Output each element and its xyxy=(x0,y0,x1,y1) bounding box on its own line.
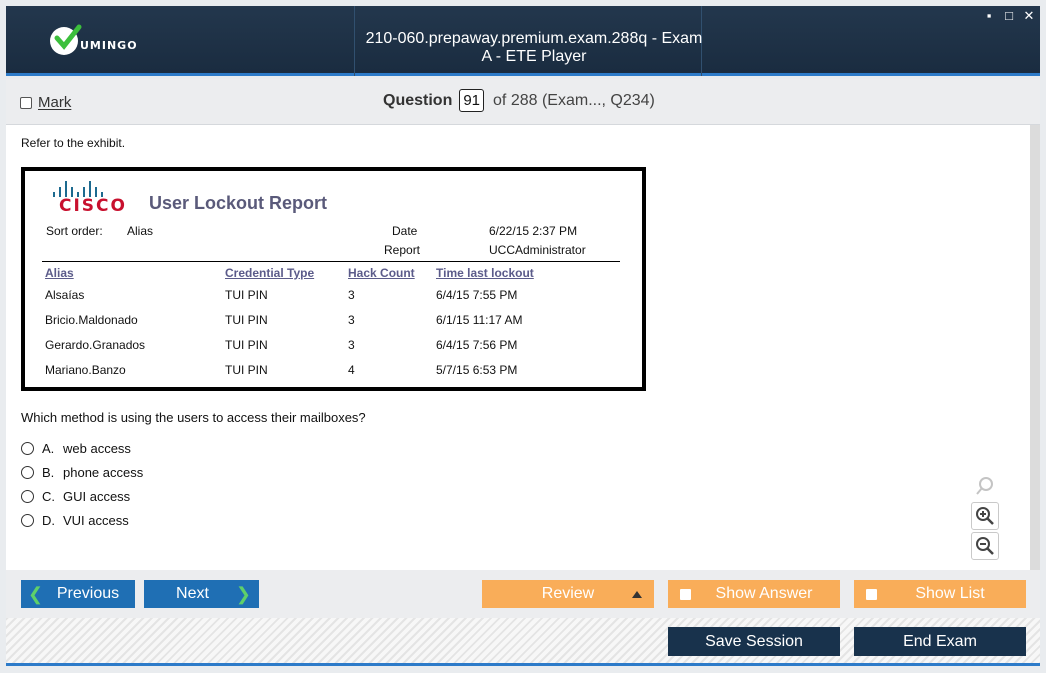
maximize-icon[interactable]: □ xyxy=(1002,8,1016,24)
option-letter: B. xyxy=(42,465,55,480)
divider xyxy=(42,261,620,262)
footer-bar: Save Session End Exam xyxy=(6,618,1040,666)
search-icon[interactable] xyxy=(971,472,999,500)
show-answer-button[interactable]: Show Answer xyxy=(668,580,840,608)
answer-option-d[interactable]: D. VUI access xyxy=(21,513,129,528)
cisco-bars-icon xyxy=(53,181,130,197)
radio-button[interactable] xyxy=(21,490,34,503)
save-session-label[interactable]: Save Session xyxy=(705,633,803,651)
option-letter: D. xyxy=(42,513,55,528)
question-indicator: Question 91 of 288 (Exam..., Q234) xyxy=(383,89,655,112)
title-bar: UMINGO 210-060.prepaway.premium.exam.288… xyxy=(6,6,1040,76)
radio-button[interactable] xyxy=(21,466,34,479)
checkbox-icon[interactable] xyxy=(680,588,691,600)
question-total: of 288 (Exam..., Q234) xyxy=(493,91,655,109)
table-cell: TUI PIN xyxy=(225,288,268,302)
question-number-input[interactable]: 91 xyxy=(459,89,485,112)
question-content: Refer to the exhibit. CISCO User Lockout… xyxy=(6,125,1040,570)
question-label: Question xyxy=(383,91,453,109)
save-session-button[interactable]: Save Session xyxy=(668,627,840,656)
window-title: 210-060.prepaway.premium.exam.288q - Exa… xyxy=(365,30,703,65)
radio-button[interactable] xyxy=(21,514,34,527)
chevron-left-icon: ❮ xyxy=(28,583,44,604)
option-letter: C. xyxy=(42,489,55,504)
zoom-out-icon[interactable] xyxy=(971,532,999,560)
show-list-button[interactable]: Show List xyxy=(854,580,1026,608)
close-icon[interactable]: ✕ xyxy=(1022,8,1036,24)
review-label[interactable]: Review xyxy=(542,585,594,603)
previous-button[interactable]: ❮ Previous xyxy=(21,580,135,608)
sort-order-value: Alias xyxy=(127,224,154,238)
radio-button[interactable] xyxy=(21,442,34,455)
table-cell: 4 xyxy=(348,363,355,377)
option-text[interactable]: phone access xyxy=(63,465,143,480)
cisco-wordmark: CISCO xyxy=(59,196,127,216)
table-cell: Alsaías xyxy=(45,288,85,302)
table-cell: Gerardo.Granados xyxy=(45,338,146,352)
end-exam-button[interactable]: End Exam xyxy=(854,627,1026,656)
table-cell: 3 xyxy=(348,338,355,352)
checkbox-icon[interactable] xyxy=(866,588,877,600)
title-divider xyxy=(354,6,355,76)
table-cell: 3 xyxy=(348,313,355,327)
date-value: 6/22/15 2:37 PM xyxy=(489,224,578,238)
show-answer-label[interactable]: Show Answer xyxy=(716,585,813,603)
exhibit: CISCO User Lockout Report Sort order: Al… xyxy=(21,167,646,391)
minimize-icon[interactable]: ▪ xyxy=(982,8,996,24)
option-text[interactable]: GUI access xyxy=(63,489,130,504)
mark-checkbox[interactable]: Mark xyxy=(20,94,71,111)
report-label: Report xyxy=(384,243,421,257)
sort-order-label: Sort order: xyxy=(46,224,103,238)
table-cell: 6/4/15 7:56 PM xyxy=(436,338,518,352)
table-cell: TUI PIN xyxy=(225,338,268,352)
date-label: Date xyxy=(392,224,418,238)
checkmark-logo-icon xyxy=(50,24,82,55)
table-cell: 6/4/15 7:55 PM xyxy=(436,288,518,302)
logo-text: UMINGO xyxy=(80,38,138,52)
option-text[interactable]: VUI access xyxy=(63,513,129,528)
question-text: Which method is using the users to acces… xyxy=(21,410,366,425)
cisco-logo: CISCO xyxy=(50,181,130,215)
next-label[interactable]: Next xyxy=(176,585,209,603)
review-button[interactable]: Review xyxy=(482,580,654,608)
zoom-in-icon[interactable] xyxy=(971,502,999,530)
next-button[interactable]: Next ❯ xyxy=(144,580,259,608)
app-logo: UMINGO xyxy=(50,24,138,58)
refer-text: Refer to the exhibit. xyxy=(21,136,126,150)
column-header-credential-type: Credential Type xyxy=(225,266,315,280)
column-header-time-last-lockout: Time last lockout xyxy=(436,266,534,280)
window-controls: ▪ □ ✕ xyxy=(982,8,1036,24)
show-list-label[interactable]: Show List xyxy=(915,585,984,603)
table-cell: Mariano.Banzo xyxy=(45,363,126,377)
table-cell: Bricio.Maldonado xyxy=(45,313,138,327)
table-cell: 5/7/15 6:53 PM xyxy=(436,363,518,377)
report-title: User Lockout Report xyxy=(149,193,328,213)
column-header-hack-count: Hack Count xyxy=(348,266,415,280)
mark-label[interactable]: Mark xyxy=(38,94,71,111)
answer-option-c[interactable]: C. GUI access xyxy=(21,489,130,504)
table-cell: TUI PIN xyxy=(225,363,268,377)
caret-up-icon[interactable] xyxy=(632,590,642,598)
table-cell: 3 xyxy=(348,288,355,302)
end-exam-label[interactable]: End Exam xyxy=(903,633,977,651)
chevron-right-icon: ❯ xyxy=(235,583,251,604)
answer-option-b[interactable]: B. phone access xyxy=(21,465,143,480)
question-bar: Mark Question 91 of 288 (Exam..., Q234) xyxy=(6,79,1040,125)
column-header-alias: Alias xyxy=(45,266,74,280)
scrollbar[interactable] xyxy=(1030,125,1040,570)
report-value: UCCAdministrator xyxy=(489,243,586,257)
table-cell: TUI PIN xyxy=(225,313,268,327)
answer-option-a[interactable]: A. web access xyxy=(21,441,131,456)
checkbox-icon[interactable] xyxy=(20,96,32,109)
option-letter: A. xyxy=(42,441,55,456)
navigation-bar: ❮ Previous Next ❯ Review Show Answer Sho… xyxy=(6,570,1040,618)
previous-label[interactable]: Previous xyxy=(57,585,119,603)
option-text[interactable]: web access xyxy=(63,441,131,456)
table-cell: 6/1/15 11:17 AM xyxy=(436,313,523,327)
